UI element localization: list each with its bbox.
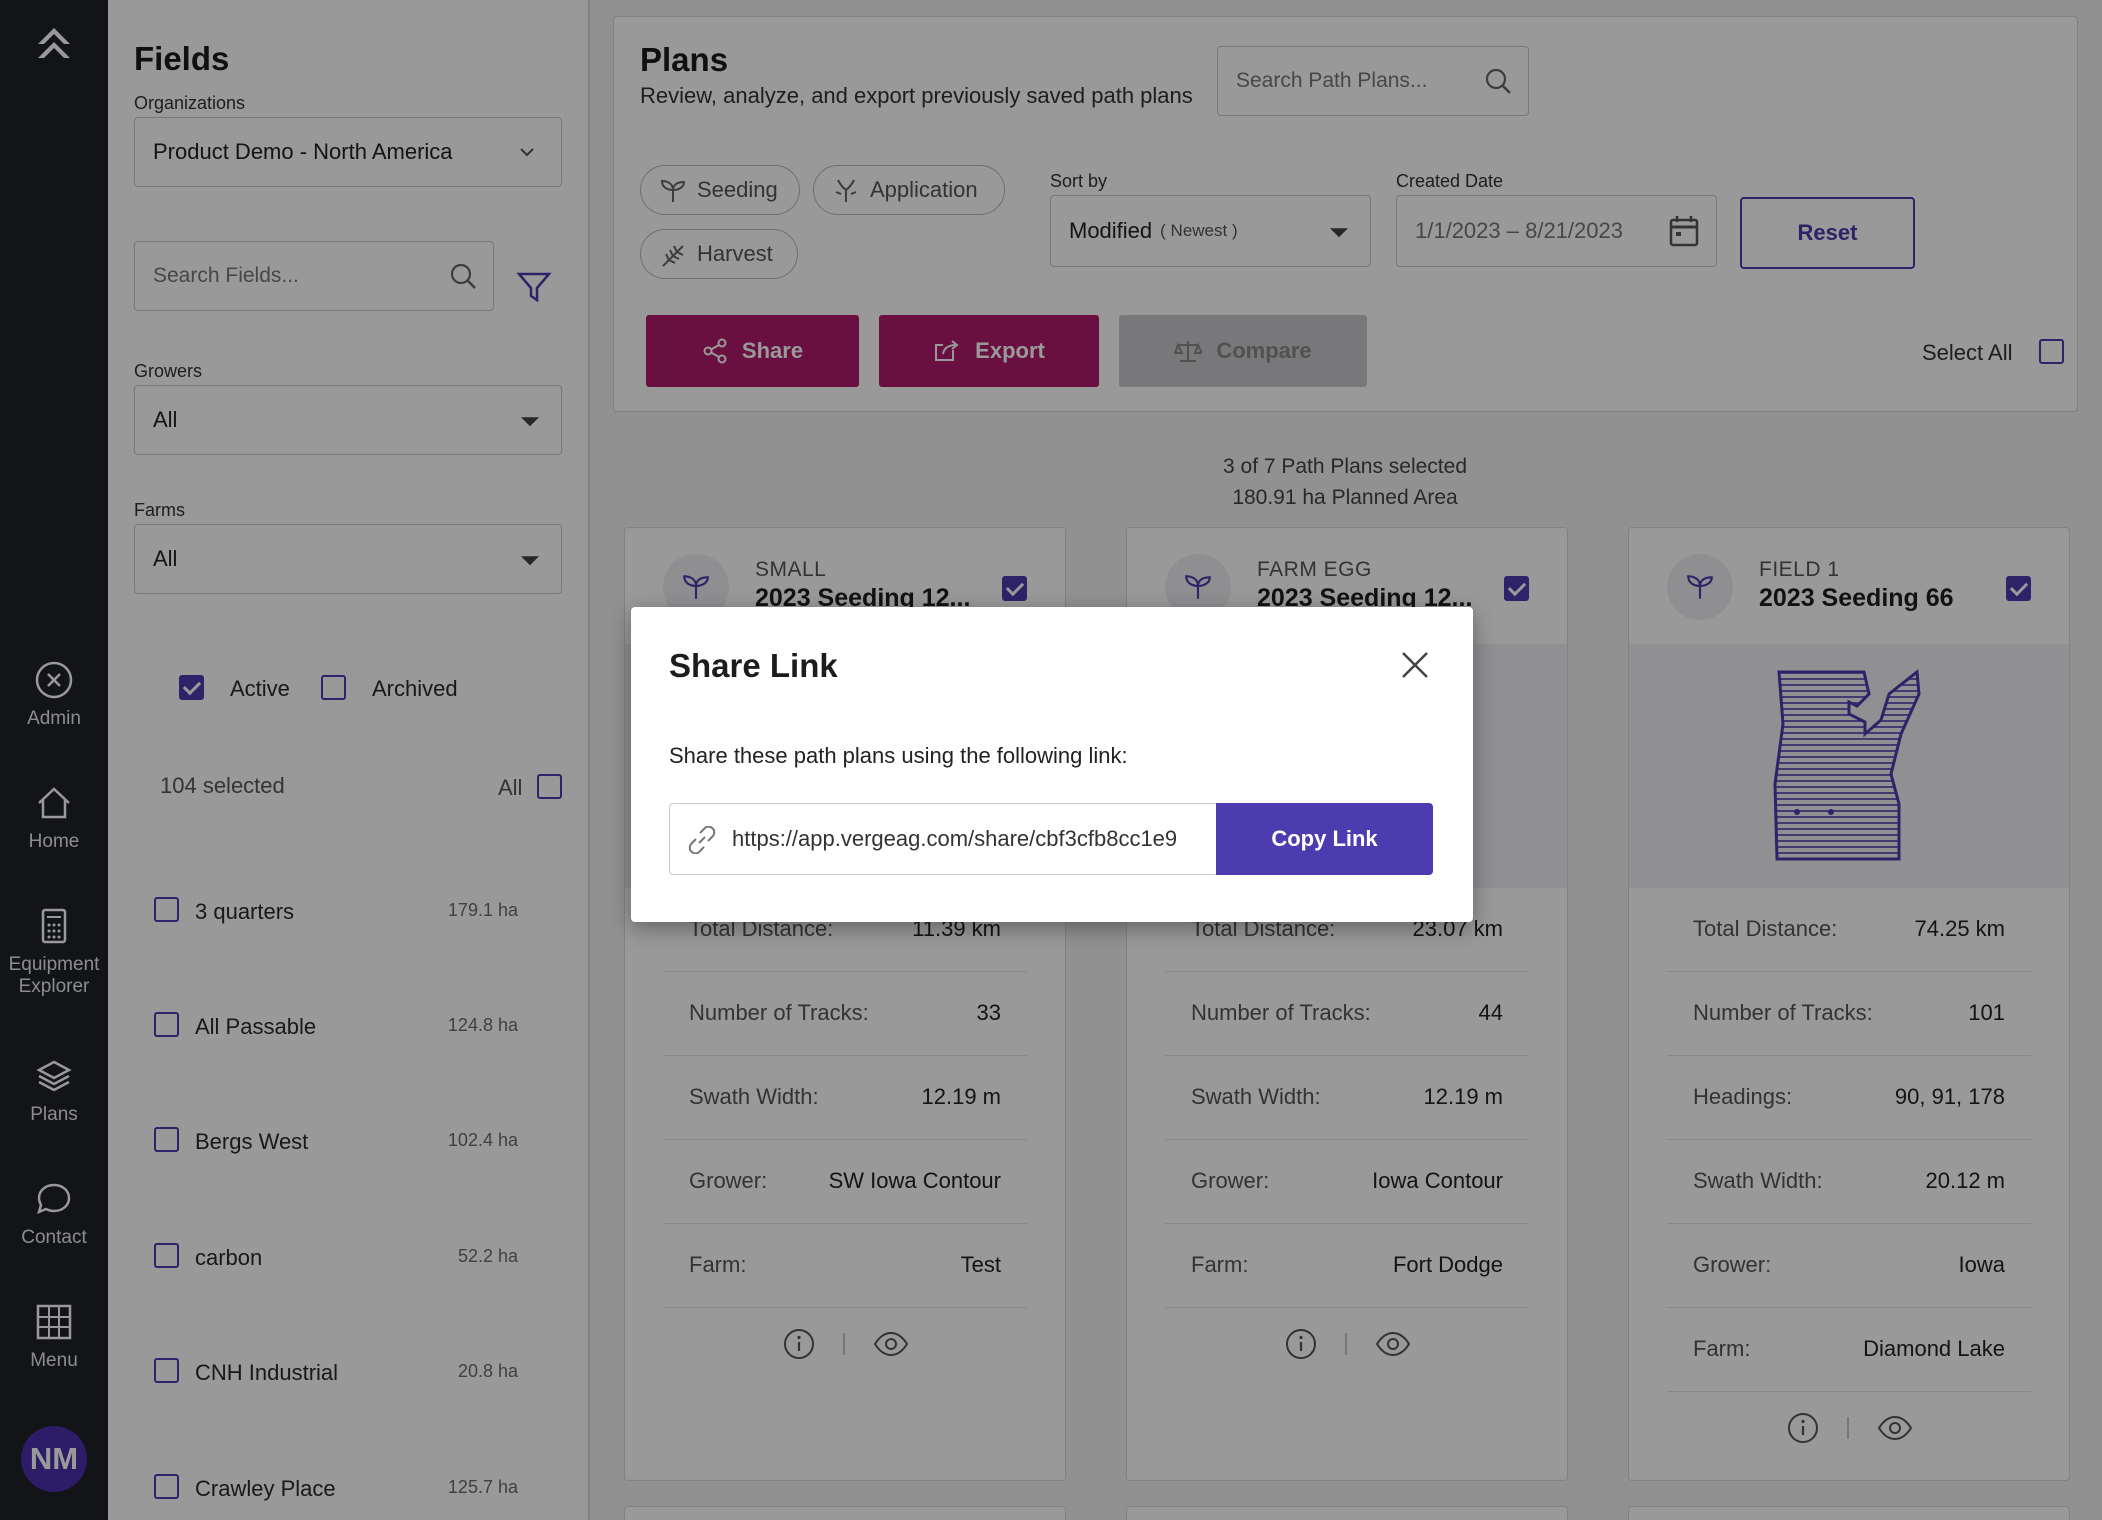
link-icon	[688, 826, 716, 854]
close-icon[interactable]	[1399, 649, 1431, 681]
copy-link-button[interactable]: Copy Link	[1216, 803, 1433, 875]
share-link-field[interactable]: https://app.vergeag.com/share/cbf3cfb8cc…	[669, 803, 1217, 875]
dialog-title: Share Link	[669, 647, 838, 684]
dialog-description: Share these path plans using the followi…	[669, 743, 1128, 768]
share-link-dialog: Share Link Share these path plans using …	[631, 607, 1473, 922]
share-link-url: https://app.vergeag.com/share/cbf3cfb8cc…	[732, 826, 1178, 851]
